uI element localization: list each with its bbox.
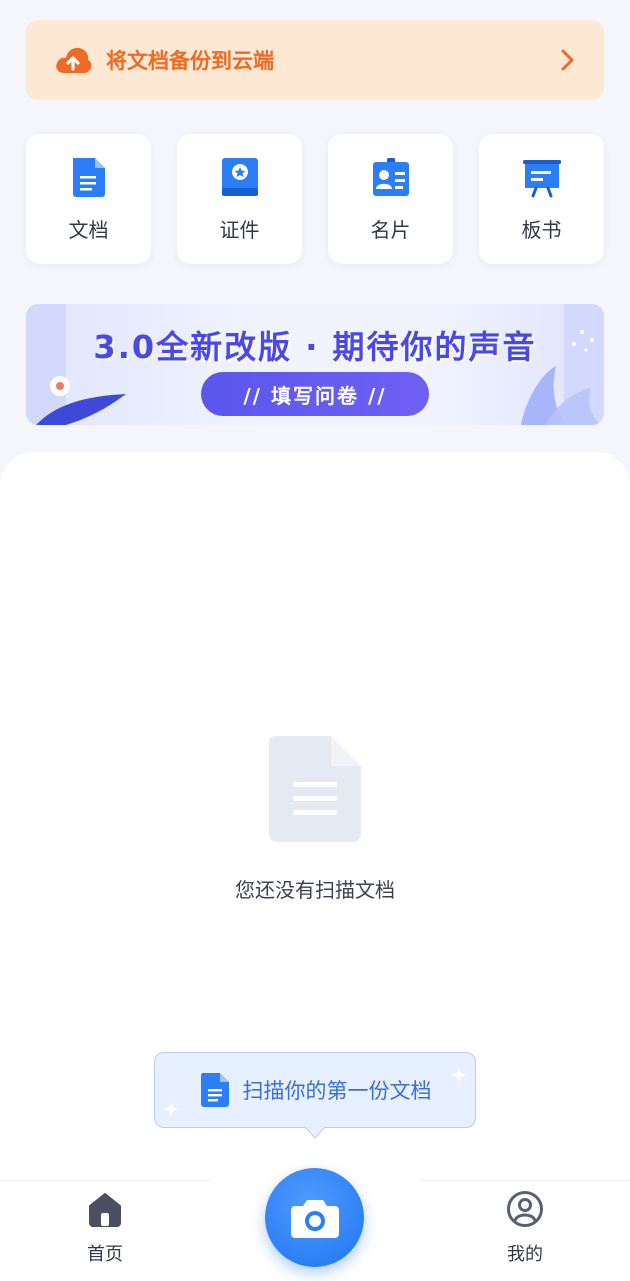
user-profile-icon <box>507 1191 543 1227</box>
cloud-backup-banner[interactable]: 将文档备份到云端 <box>26 20 604 100</box>
cloud-upload-icon <box>56 47 92 73</box>
backup-banner-text: 将文档备份到云端 <box>106 49 274 73</box>
quick-action-label: 名片 <box>370 218 411 242</box>
nav-mine[interactable]: 我的 <box>480 1190 570 1266</box>
nav-mine-label: 我的 <box>507 1244 543 1265</box>
tooltip-text: 扫描你的第一份文档 <box>242 1079 432 1103</box>
nav-home[interactable]: 首页 <box>60 1190 150 1266</box>
camera-icon <box>290 1199 339 1238</box>
quick-action-business-card[interactable]: 名片 <box>328 134 453 264</box>
home-icon <box>89 1193 121 1227</box>
nav-home-label: 首页 <box>87 1244 123 1265</box>
document-icon <box>200 1073 229 1107</box>
quick-action-label: 板书 <box>521 218 562 242</box>
survey-headline: 3.0全新改版 · 期待你的声音 <box>93 328 537 366</box>
whiteboard-icon <box>522 160 561 198</box>
sparkle-icon <box>450 1066 468 1084</box>
survey-banner[interactable]: 3.0全新改版 · 期待你的声音 // 填写问卷 // <box>26 304 604 425</box>
fill-survey-button[interactable]: // 填写问卷 // <box>201 372 429 416</box>
quick-action-label: 证件 <box>219 218 260 242</box>
sparkle-icon <box>162 1100 180 1118</box>
empty-state-text: 您还没有扫描文档 <box>235 878 395 902</box>
quick-action-whiteboard[interactable]: 板书 <box>479 134 604 264</box>
quick-action-label: 文档 <box>68 218 109 242</box>
document-icon <box>72 158 105 197</box>
id-book-icon <box>221 158 258 196</box>
quick-action-id[interactable]: 证件 <box>177 134 302 264</box>
tooltip-arrow <box>305 1127 325 1139</box>
empty-document-icon <box>269 736 361 842</box>
first-scan-tooltip[interactable]: 扫描你的第一份文档 <box>154 1052 476 1128</box>
business-card-icon <box>372 158 409 196</box>
quick-action-document[interactable]: 文档 <box>26 134 151 264</box>
scan-camera-button[interactable] <box>265 1168 364 1267</box>
chevron-right-icon <box>561 49 574 71</box>
